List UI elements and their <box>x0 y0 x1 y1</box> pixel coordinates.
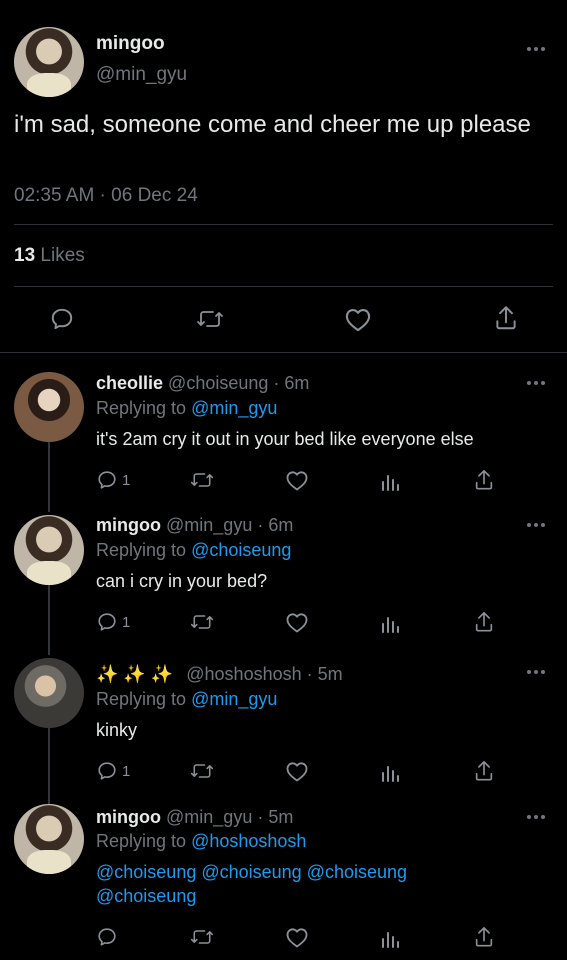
replying-to-link[interactable]: @choiseung <box>191 540 291 560</box>
replying-label: Replying to <box>96 540 187 560</box>
reply-count: 1 <box>122 613 131 631</box>
avatar[interactable] <box>14 804 84 874</box>
reply-icon[interactable]: 1 <box>96 469 130 491</box>
retweet-icon[interactable] <box>190 926 214 948</box>
like-icon[interactable] <box>285 760 309 782</box>
more-icon[interactable] <box>527 669 545 675</box>
display-name[interactable]: mingoo <box>96 33 165 55</box>
reply-text: it's 2am cry it out in your bed like eve… <box>96 429 474 449</box>
replying-to-link[interactable]: @hoshoshosh <box>191 831 306 851</box>
like-icon[interactable] <box>344 306 372 332</box>
reply-count: 1 <box>122 762 131 780</box>
share-icon[interactable] <box>493 304 519 332</box>
likes-count: 13 <box>14 245 36 266</box>
share-icon[interactable] <box>473 925 495 949</box>
reply-text: can i cry in your bed? <box>96 571 268 591</box>
reply-count: 1 <box>122 471 131 489</box>
more-icon[interactable] <box>527 380 545 386</box>
analytics-icon[interactable] <box>380 761 402 783</box>
reply-icon[interactable] <box>49 306 75 332</box>
reply-icon[interactable] <box>96 926 118 948</box>
tweet-text: i'm sad, someone come and cheer me up pl… <box>14 111 531 138</box>
handle[interactable]: @min_gyu <box>96 64 187 86</box>
replying-to-link[interactable]: @min_gyu <box>191 689 277 709</box>
mention-line[interactable]: @choiseung @choiseung @choiseung <box>96 862 407 883</box>
handle[interactable]: @min_gyu <box>166 807 252 827</box>
mention-line[interactable]: @choiseung <box>96 886 196 907</box>
analytics-icon[interactable] <box>380 470 402 492</box>
more-icon[interactable] <box>527 46 545 52</box>
retweet-icon[interactable] <box>190 611 214 633</box>
reply-time: · 6m <box>273 373 310 393</box>
display-name[interactable]: mingoo <box>96 807 161 827</box>
display-name[interactable]: mingoo <box>96 515 161 535</box>
handle[interactable]: @hoshoshosh <box>186 664 301 684</box>
replying-label: Replying to <box>96 831 187 851</box>
reply-time: · 5m <box>306 664 343 684</box>
analytics-icon[interactable] <box>380 612 402 634</box>
avatar[interactable] <box>14 27 84 97</box>
display-name[interactable]: ✨ ✨ ✨ <box>96 664 173 684</box>
reply-icon[interactable]: 1 <box>96 611 130 633</box>
handle[interactable]: @min_gyu <box>166 515 252 535</box>
reply-time: · 5m <box>257 807 294 827</box>
display-name[interactable]: cheollie <box>96 373 163 393</box>
like-icon[interactable] <box>285 469 309 491</box>
analytics-icon[interactable] <box>380 927 402 949</box>
retweet-icon[interactable] <box>190 760 214 782</box>
like-icon[interactable] <box>285 926 309 948</box>
replying-label: Replying to <box>96 398 187 418</box>
share-icon[interactable] <box>473 759 495 783</box>
retweet-icon[interactable] <box>196 306 224 332</box>
share-icon[interactable] <box>473 610 495 634</box>
avatar[interactable] <box>14 658 84 728</box>
reply-time: · 6m <box>257 515 294 535</box>
likes-stat[interactable]: 13 Likes <box>14 245 85 267</box>
retweet-icon[interactable] <box>190 469 214 491</box>
reply-icon[interactable]: 1 <box>96 760 130 782</box>
handle[interactable]: @choiseung <box>168 373 268 393</box>
more-icon[interactable] <box>527 814 545 820</box>
timestamp: 02:35 AM · 06 Dec 24 <box>14 185 198 206</box>
share-icon[interactable] <box>473 468 495 492</box>
likes-label: Likes <box>40 245 85 266</box>
reply-text: kinky <box>96 720 138 740</box>
like-icon[interactable] <box>285 611 309 633</box>
avatar[interactable] <box>14 515 84 585</box>
avatar[interactable] <box>14 372 84 442</box>
replying-label: Replying to <box>96 689 187 709</box>
replying-to-link[interactable]: @min_gyu <box>191 398 277 418</box>
more-icon[interactable] <box>527 522 545 528</box>
